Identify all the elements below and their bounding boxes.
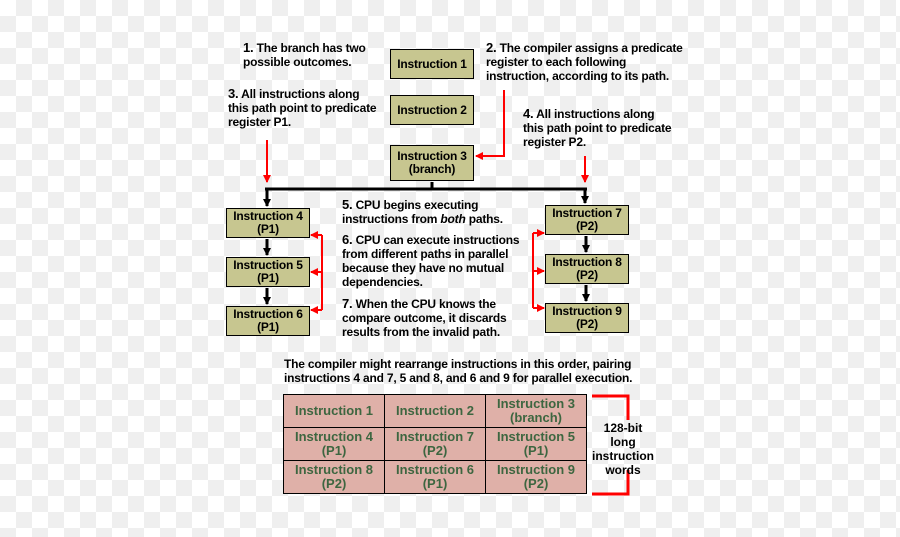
table-cell: Instruction 2	[384, 394, 486, 428]
instruction-8-box: Instruction 8 (P2)	[545, 254, 629, 284]
note-6: 6. CPU can execute instructions from diff…	[342, 232, 520, 290]
table-cell: Instruction 4 (P1)	[283, 427, 385, 461]
table-cell: Instruction 8 (P2)	[283, 460, 385, 494]
note-5: 5. CPU begins executing instructions from…	[342, 197, 503, 227]
note-1: 1. The branch has two possible outcomes.	[243, 40, 366, 70]
note-7: 7. When the CPU knows the compare outcome…	[342, 296, 507, 340]
table-cell: Instruction 7 (P2)	[384, 427, 486, 461]
note-2: 2. The compiler assigns a predicate regis…	[486, 40, 683, 84]
instruction-3-box: Instruction 3 (branch)	[390, 145, 474, 181]
instruction-9-box: Instruction 9 (P2)	[545, 303, 629, 333]
table-cell: Instruction 5 (P1)	[485, 427, 587, 461]
instruction-5-box: Instruction 5 (P1)	[226, 257, 310, 287]
instruction-4-box: Instruction 4 (P1)	[226, 208, 310, 238]
table-row: Instruction 4 (P1) Instruction 7 (P2) Inst…	[283, 427, 587, 461]
instruction-1-box: Instruction 1	[390, 49, 474, 79]
note-4: 4. All instructions along this path point…	[523, 106, 672, 150]
instruction-6-box: Instruction 6 (P1)	[226, 306, 310, 336]
instruction-word-table: Instruction 1 Instruction 2 Instruction …	[283, 394, 587, 494]
note-3: 3. All instructions along this path point…	[228, 86, 377, 130]
instruction-7-box: Instruction 7 (P2)	[545, 205, 629, 235]
table-row: Instruction 8 (P2) Instruction 6 (P1) Inst…	[283, 460, 587, 494]
instruction-2-box: Instruction 2	[390, 95, 474, 125]
instruction-word-label: 128-bit long instruction words	[592, 421, 654, 477]
table-cell: Instruction 1	[283, 394, 385, 428]
table-cell: Instruction 6 (P1)	[384, 460, 486, 494]
table-cell: Instruction 9 (P2)	[485, 460, 587, 494]
table-caption: The compiler might rearrange instruction…	[284, 357, 633, 385]
table-cell: Instruction 3 (branch)	[485, 394, 587, 428]
table-row: Instruction 1 Instruction 2 Instruction …	[283, 394, 587, 428]
